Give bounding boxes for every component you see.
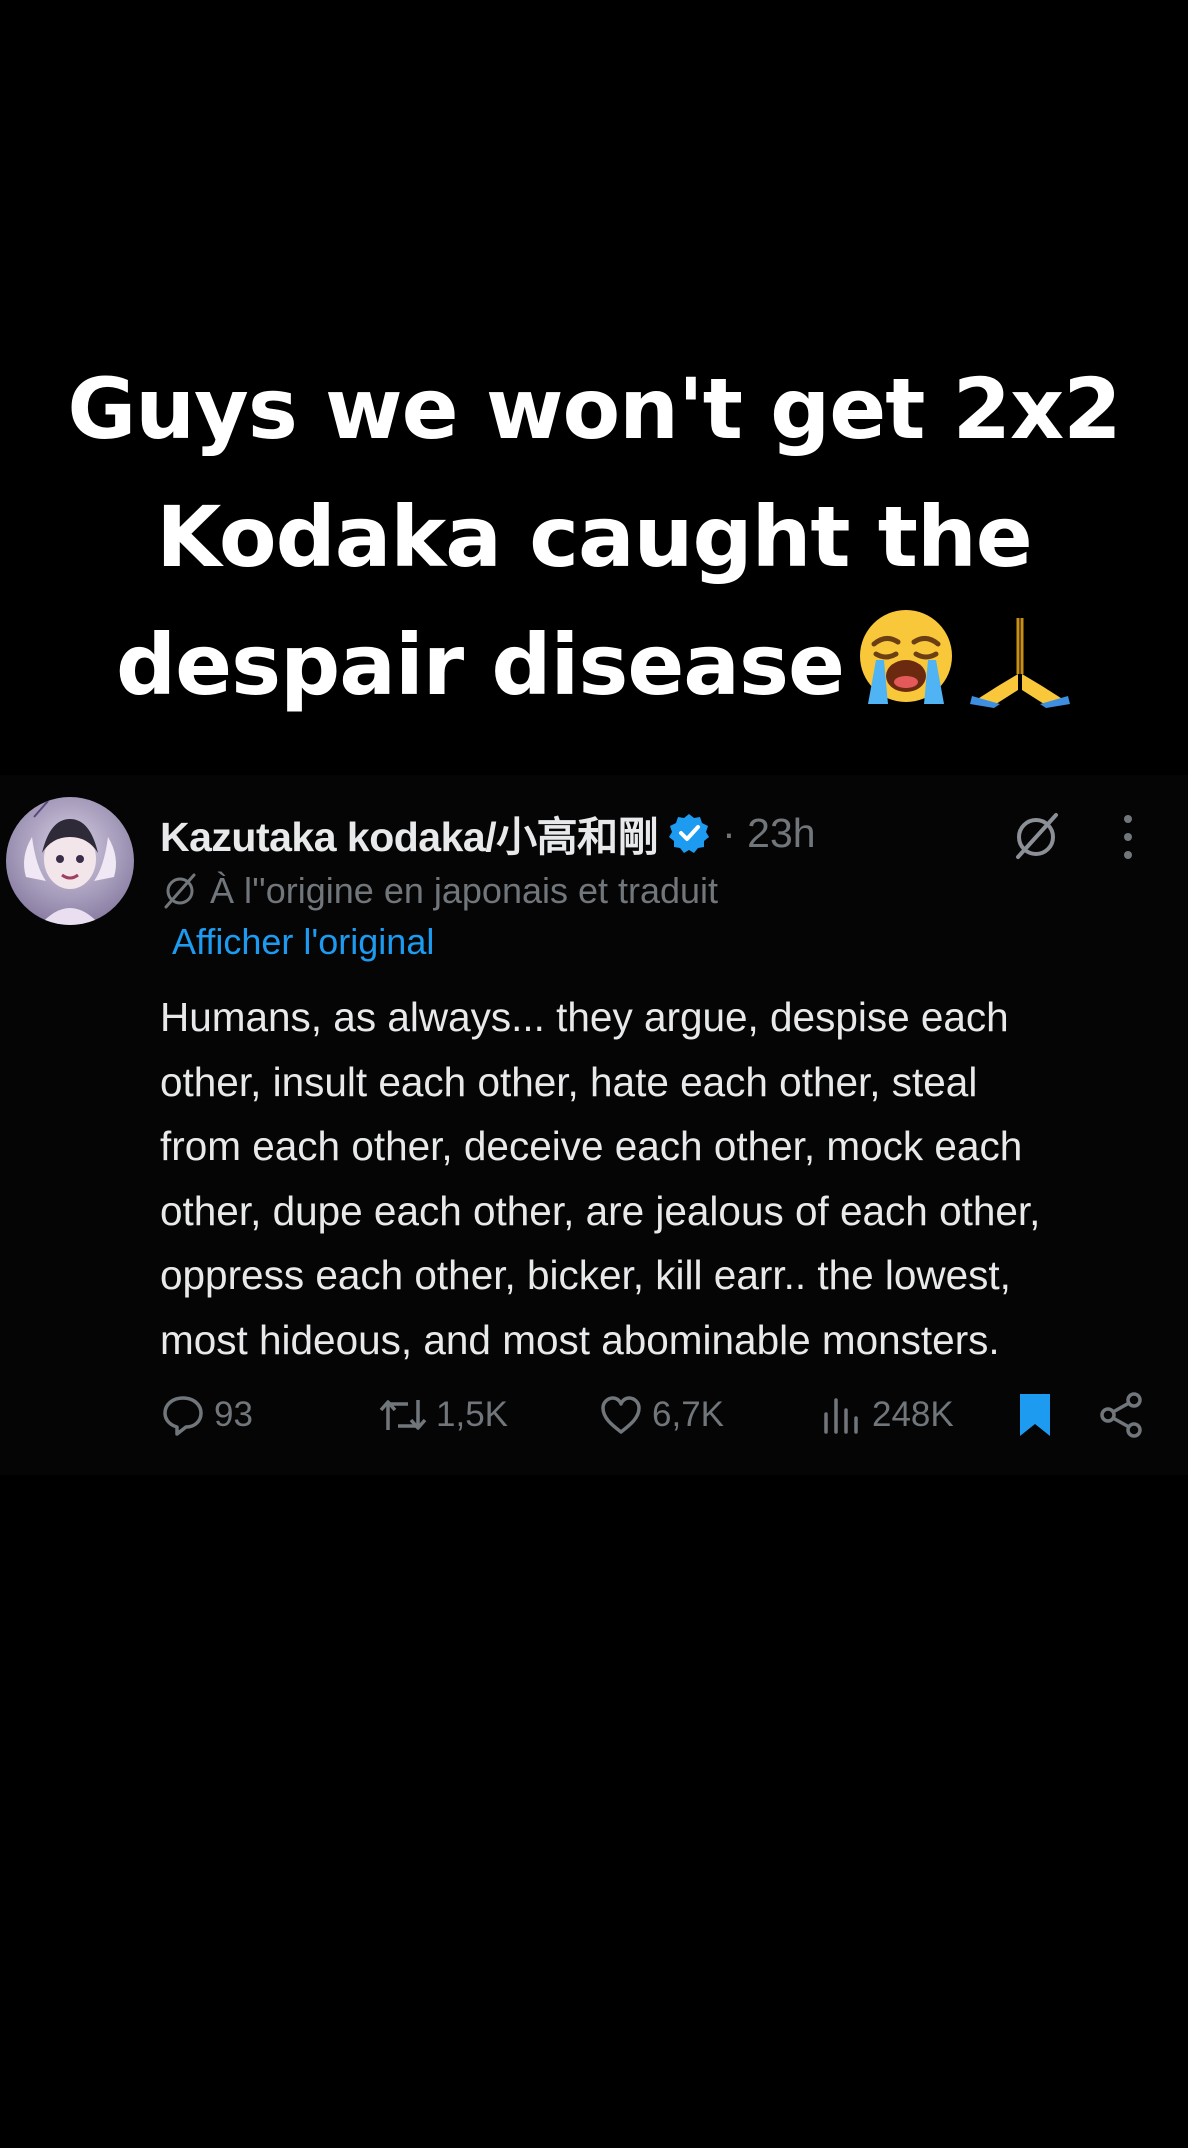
display-name[interactable]: Kazutaka kodaka/小高和剛 (160, 803, 659, 863)
like-button[interactable]: 6,7K (598, 1390, 724, 1440)
bookmark-icon (1020, 1394, 1050, 1436)
caption-line-1: Guys we won't get 2x2 (67, 360, 1121, 458)
tweet-header: Kazutaka kodaka/小高和剛 · 23h (160, 805, 816, 861)
caption-line-3-text: despair disease (116, 616, 845, 714)
tweet-text-line: Humans, as always... they argue, despise… (160, 994, 1009, 1040)
retweet-icon (379, 1400, 427, 1430)
more-options-icon[interactable] (1116, 811, 1140, 868)
reply-icon (163, 1396, 203, 1436)
caption-line-3: despair disease (0, 601, 1188, 743)
bookmark-button[interactable] (1012, 1390, 1066, 1440)
video-caption: Guys we won't get 2x2 Kodaka caught the … (0, 345, 1188, 743)
show-original-link[interactable]: Afficher l'original (172, 921, 434, 963)
tweet-card[interactable]: Kazutaka kodaka/小高和剛 · 23h À l''origine … (0, 775, 1188, 1475)
translated-label: À l''origine en japonais et traduit (210, 870, 719, 911)
like-count: 6,7K (652, 1395, 724, 1434)
tweet-text: Humans, as always... they argue, despise… (160, 985, 1170, 1373)
views-count: 248K (872, 1395, 954, 1434)
like-icon (601, 1396, 641, 1434)
reply-button[interactable]: 93 (160, 1390, 253, 1440)
tweet-text-line: most hideous, and most abominable monste… (160, 1316, 1000, 1363)
caption-line-2: Kodaka caught the (156, 488, 1032, 586)
folded-hands-icon (968, 604, 1072, 743)
tweet-actions-bar: 93 1,5K 6,7K 248K (160, 1390, 1170, 1440)
tweet-text-line: other, dupe each other, are jealous of e… (160, 1187, 1041, 1234)
views-icon (824, 1398, 858, 1434)
avatar[interactable] (6, 797, 134, 925)
timestamp[interactable]: · 23h (722, 810, 815, 857)
tweet-text-line: from each other, deceive each other, moc… (160, 1123, 1023, 1170)
verified-badge-icon[interactable] (668, 812, 710, 854)
tweet-text-line: oppress each other, bicker, kill earr.. … (160, 1252, 1011, 1299)
retweet-button[interactable]: 1,5K (378, 1390, 508, 1440)
share-button[interactable] (1098, 1390, 1154, 1440)
translate-slash-icon (160, 871, 200, 911)
grok-icon[interactable] (1008, 809, 1064, 870)
share-icon (1100, 1392, 1142, 1438)
views-button[interactable]: 248K (818, 1390, 954, 1440)
reply-count: 93 (214, 1395, 253, 1434)
tweet-text-line: other, insult each other, hate each othe… (160, 1058, 978, 1105)
translation-notice: À l''origine en japonais et traduit (160, 869, 718, 913)
retweet-count: 1,5K (436, 1395, 508, 1434)
loudly-crying-face-icon (854, 604, 958, 743)
